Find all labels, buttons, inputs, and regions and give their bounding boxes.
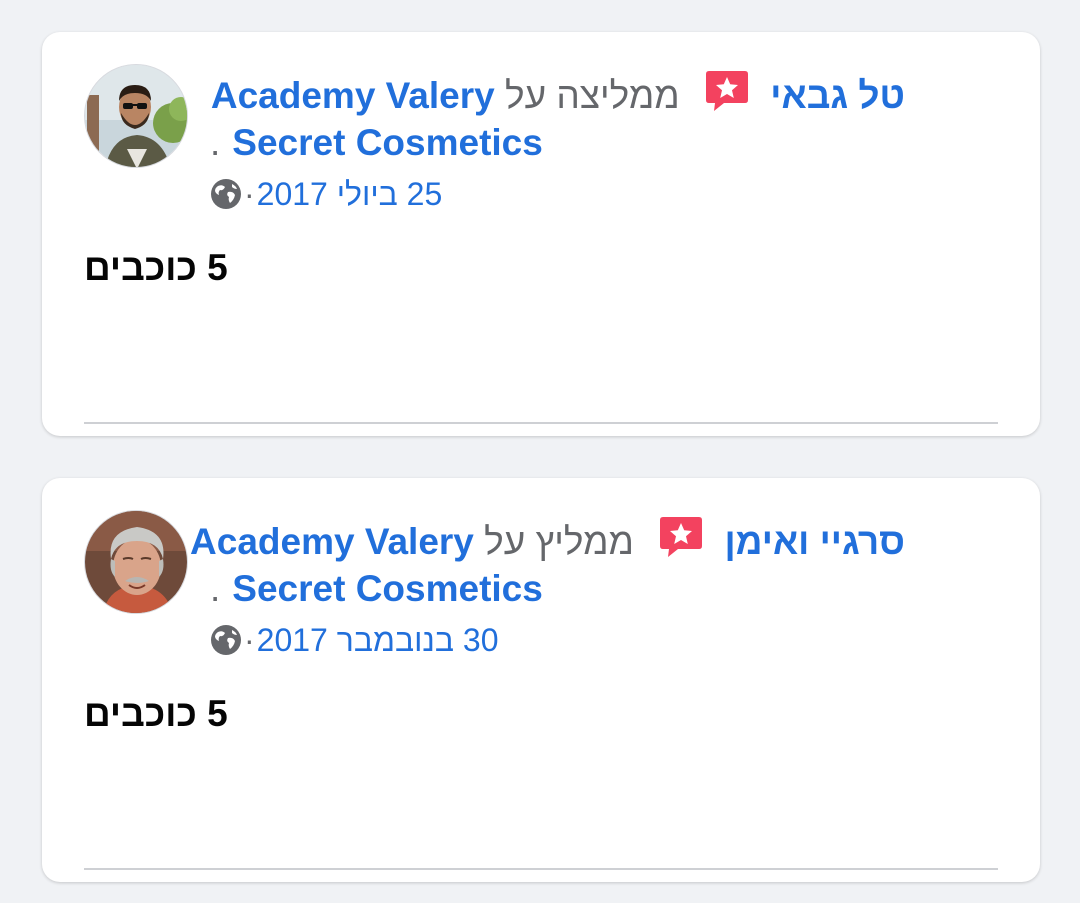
page-link-name-2[interactable]: Secret Cosmetics — [232, 568, 543, 609]
recommend-action-text: ממליץ על — [484, 521, 634, 562]
avatar[interactable] — [84, 64, 188, 168]
globe-icon — [211, 625, 241, 655]
page-link-name-1[interactable]: Academy Valery — [190, 521, 474, 562]
reviews-feed: טל גבאי ממליצה על Academy Valery . Secret… — [0, 0, 1080, 903]
recommend-star-icon — [658, 514, 704, 573]
card-divider — [84, 868, 998, 870]
review-rating: 5 כוכבים — [84, 693, 228, 734]
sentence-period: . — [210, 568, 221, 609]
page-link-name-1[interactable]: Academy Valery — [211, 75, 495, 116]
review-headline-continued: . Secret Cosmetics — [210, 118, 543, 168]
review-card: טל גבאי ממליצה על Academy Valery . Secret… — [42, 32, 1040, 436]
globe-icon — [211, 179, 241, 209]
meta-separator: · — [244, 176, 255, 212]
review-headline-continued: . Secret Cosmetics — [210, 564, 543, 614]
recommend-action-text: ממליצה על — [505, 75, 680, 116]
review-headline: סרגיי ואימן ממליץ על Academy Valery — [190, 514, 905, 564]
review-rating: 5 כוכבים — [84, 247, 228, 288]
review-headline: טל גבאי ממליצה על Academy Valery — [211, 68, 905, 118]
review-date[interactable]: 25 ביולי 2017 — [257, 174, 443, 214]
review-meta: · 30 בנובמבר 2017 — [210, 620, 498, 660]
avatar[interactable] — [84, 510, 188, 614]
recommend-star-icon — [704, 68, 750, 127]
author-name[interactable]: סרגיי ואימן — [724, 521, 905, 562]
card-divider — [84, 422, 998, 424]
sentence-period: . — [210, 122, 221, 163]
review-date[interactable]: 30 בנובמבר 2017 — [257, 620, 499, 660]
meta-separator: · — [244, 622, 255, 658]
page-link-name-2[interactable]: Secret Cosmetics — [232, 122, 543, 163]
review-meta: · 25 ביולי 2017 — [210, 174, 442, 214]
review-card: סרגיי ואימן ממליץ על Academy Valery . Sec… — [42, 478, 1040, 882]
author-name[interactable]: טל גבאי — [770, 75, 905, 116]
